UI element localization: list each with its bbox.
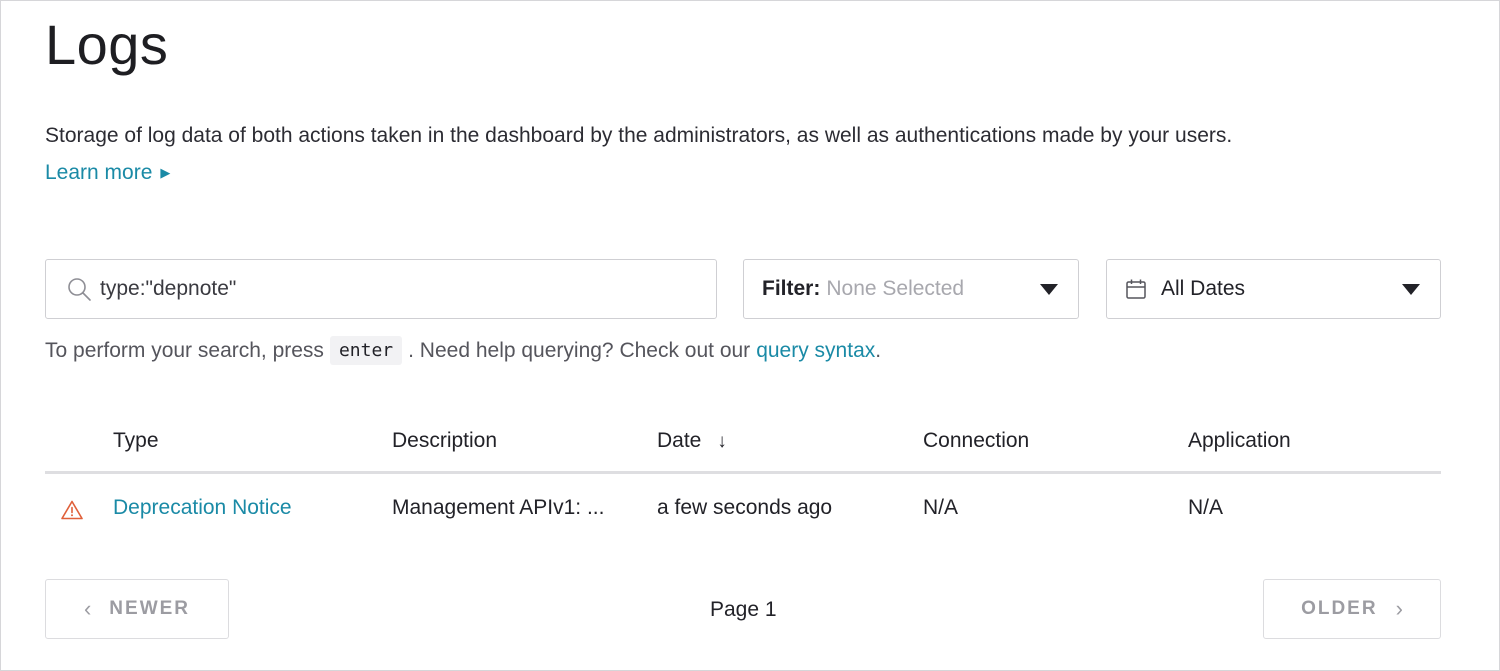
page-indicator: Page 1: [710, 598, 777, 621]
search-icon: [68, 278, 91, 301]
caret-down-icon: [1040, 284, 1058, 295]
search-hint: To perform your search, press enter . Ne…: [45, 336, 881, 365]
learn-more-link[interactable]: Learn more ▶: [45, 161, 170, 185]
log-type-link[interactable]: Deprecation Notice: [113, 496, 292, 520]
older-button[interactable]: OLDER ›: [1263, 579, 1441, 639]
newer-button[interactable]: ‹ NEWER: [45, 579, 229, 639]
older-label: OLDER: [1301, 598, 1378, 619]
search-input[interactable]: [100, 277, 660, 301]
table-row[interactable]: Deprecation Notice Management APIv1: ...…: [45, 478, 1441, 540]
enter-key-badge: enter: [329, 336, 403, 365]
column-header-date[interactable]: Date ↓: [657, 429, 727, 453]
log-connection: N/A: [923, 496, 959, 519]
page-title: Logs: [45, 13, 169, 76]
query-syntax-link[interactable]: query syntax: [756, 339, 875, 363]
filter-value: None Selected: [826, 277, 965, 300]
filter-label: Filter:: [762, 277, 821, 300]
page-description: Storage of log data of both actions take…: [45, 124, 1233, 147]
column-header-description[interactable]: Description: [392, 429, 497, 453]
column-header-date-label: Date: [657, 429, 702, 452]
column-header-type[interactable]: Type: [113, 429, 159, 453]
filter-dropdown[interactable]: Filter: None Selected: [743, 259, 1079, 319]
log-date: a few seconds ago: [657, 496, 833, 519]
calendar-icon: [1126, 279, 1146, 299]
hint-prefix: To perform your search, press: [45, 338, 324, 362]
chevron-left-icon: ‹: [83, 596, 92, 621]
date-filter-value: All Dates: [1161, 277, 1246, 300]
search-box[interactable]: [45, 259, 717, 319]
learn-more-label: Learn more: [45, 161, 153, 184]
caret-down-icon: [1402, 284, 1420, 295]
column-header-connection[interactable]: Connection: [923, 429, 1029, 453]
sort-down-arrow-icon: ↓: [717, 431, 727, 452]
chevron-right-icon: ›: [1395, 596, 1403, 621]
table-header: Type Description Date ↓ Connection Appli…: [45, 410, 1441, 474]
hint-middle: . Need help querying? Check out our: [408, 338, 751, 362]
column-header-application[interactable]: Application: [1188, 429, 1291, 453]
log-application: N/A: [1188, 496, 1224, 519]
date-dropdown[interactable]: All Dates: [1106, 259, 1441, 319]
warning-icon: [61, 500, 83, 520]
play-triangle-icon: ▶: [160, 165, 171, 180]
hint-suffix: .: [875, 338, 882, 362]
newer-label: NEWER: [109, 598, 191, 619]
log-description: Management APIv1: ...: [392, 496, 605, 519]
